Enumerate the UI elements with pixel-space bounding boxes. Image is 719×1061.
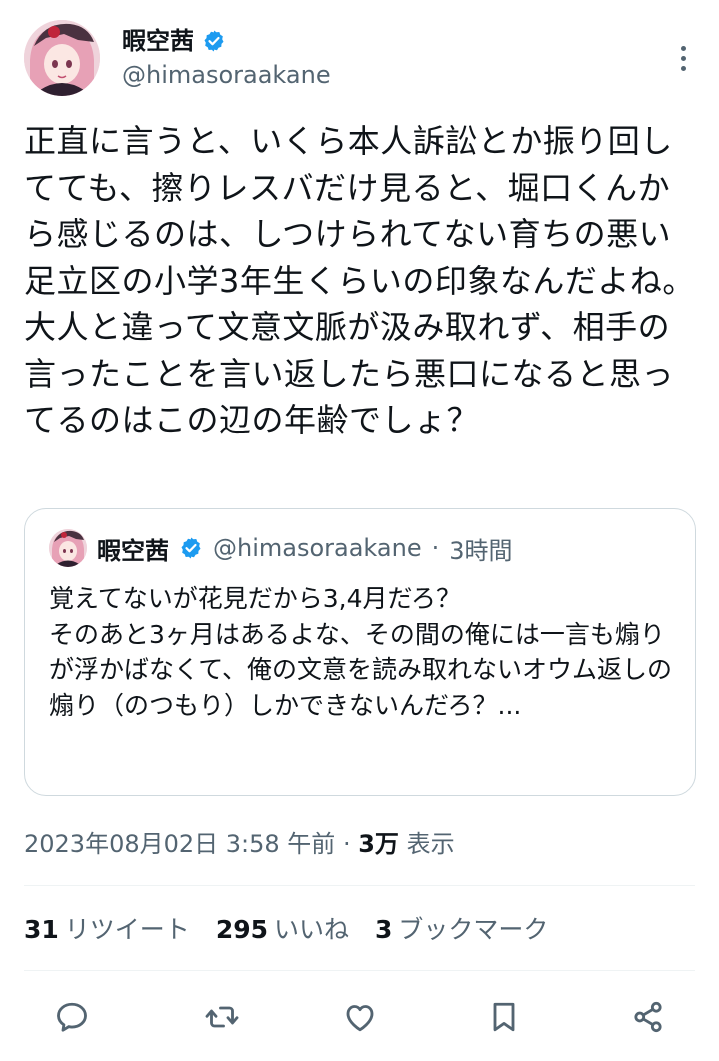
tweet-stats: 31 リツイート 295 いいね 3 ブックマーク	[24, 910, 548, 950]
author-display-name[interactable]: 暇空茜	[122, 26, 194, 56]
tweet-datetime[interactable]: 2023年08月02日 3:58 午前	[24, 830, 335, 858]
quoted-time: 3時間	[449, 536, 513, 565]
heart-icon[interactable]	[338, 995, 382, 1039]
retweet-icon[interactable]	[200, 995, 244, 1039]
quoted-verified-badge-icon	[179, 536, 203, 560]
quoted-tweet-header: 暇空茜 @himasoraakane · 3時間	[49, 529, 513, 567]
author-name-row: 暇空茜	[122, 26, 226, 56]
quoted-author-name: 暇空茜	[97, 536, 169, 565]
quoted-tweet[interactable]: 暇空茜 @himasoraakane · 3時間 覚えてないが花見だから3,4月…	[24, 508, 696, 796]
bookmarks-stat[interactable]: 3 ブックマーク	[375, 910, 548, 950]
retweets-count: 31	[24, 915, 59, 944]
views-count: 3万	[358, 830, 399, 858]
likes-count: 295	[215, 915, 268, 944]
retweets-stat[interactable]: 31 リツイート	[24, 910, 190, 950]
views-label: 表示	[406, 830, 455, 858]
quoted-author-avatar	[49, 529, 87, 567]
author-handle[interactable]: @himasoraakane	[122, 60, 331, 90]
quoted-tweet-text: 覚えてないが花見だから3,4月だろ？ そのあと3ヶ月はあるよな、その間の俺には一…	[49, 584, 673, 720]
likes-stat[interactable]: 295 いいね	[216, 910, 349, 950]
author-avatar[interactable]	[24, 20, 100, 96]
tweet-actions	[40, 995, 680, 1039]
quoted-author-handle: @himasoraakane	[213, 534, 422, 562]
meta-separator: ·	[342, 830, 351, 858]
verified-badge-icon	[202, 29, 226, 53]
tweet-meta: 2023年08月02日 3:58 午前 · 3万 表示	[24, 826, 455, 862]
reply-icon[interactable]	[50, 995, 94, 1039]
divider	[24, 885, 695, 886]
bookmark-icon[interactable]	[482, 995, 526, 1039]
tweet-text: 正直に言うと、いくら本人訴訟とか振り回してても、擦りレスバだけ見ると、堀口くんか…	[24, 122, 695, 439]
bookmarks-label: ブックマーク	[398, 915, 549, 944]
divider	[24, 970, 695, 971]
bookmarks-count: 3	[375, 915, 393, 944]
quoted-separator: ·	[431, 534, 440, 562]
likes-label: いいね	[274, 915, 350, 944]
more-vertical-icon[interactable]	[671, 38, 695, 78]
retweets-label: リツイート	[64, 915, 190, 944]
share-icon[interactable]	[626, 995, 670, 1039]
tweet-header: 暇空茜 @himasoraakane	[24, 20, 695, 100]
